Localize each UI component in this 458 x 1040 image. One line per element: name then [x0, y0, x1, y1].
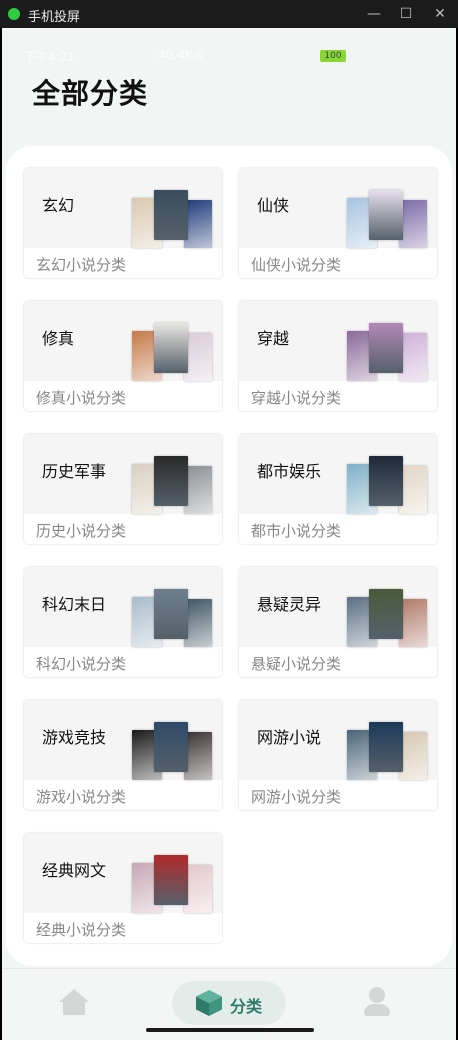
app-icon: [8, 8, 20, 20]
card-header: 都市娱乐: [239, 434, 437, 514]
card-header: 悬疑灵异: [239, 567, 437, 647]
book-covers: [347, 589, 429, 647]
category-card[interactable]: 玄幻玄幻小说分类: [24, 168, 222, 278]
category-subtitle: 仙侠小说分类: [251, 256, 342, 274]
category-card[interactable]: 历史军事历史小说分类: [24, 434, 222, 544]
book-covers: [132, 855, 214, 913]
status-time: 下午4:21: [24, 50, 75, 64]
book-cover-image: [154, 456, 188, 506]
book-cover-image: [154, 323, 188, 373]
book-cover-image: [399, 599, 427, 647]
book-covers: [132, 456, 214, 514]
category-subtitle: 历史小说分类: [36, 522, 127, 540]
book-cover-image: [154, 589, 188, 639]
category-subtitle: 玄幻小说分类: [36, 256, 127, 274]
category-name: 穿越: [257, 329, 290, 348]
book-cover-image: [399, 732, 427, 780]
card-header: 穿越: [239, 301, 437, 381]
window-titlebar: 手机投屏 — ☐ ✕: [0, 0, 458, 28]
category-name: 网游小说: [257, 728, 322, 747]
book-cover-image: [184, 599, 212, 647]
category-name: 修真: [42, 329, 75, 348]
gesture-bar: [146, 1028, 314, 1032]
cube-icon: [196, 990, 222, 1016]
book-cover-image: [369, 456, 403, 506]
maximize-button[interactable]: ☐: [396, 4, 416, 24]
card-header: 游戏竞技: [24, 700, 222, 780]
category-name: 仙侠: [257, 196, 290, 215]
card-header: 仙侠: [239, 168, 437, 248]
category-card[interactable]: 科幻末日科幻小说分类: [24, 567, 222, 677]
nav-category-tab[interactable]: 分类: [172, 981, 286, 1025]
book-cover-image: [369, 190, 403, 240]
category-panel: 玄幻 玄幻小说分类 仙侠 仙侠小说分类 修真 修真小说分类 穿越 穿越小说分类 历史军事 历史小说…: [6, 146, 452, 966]
category-name: 游戏竞技: [42, 728, 107, 747]
book-cover-image: [184, 333, 212, 381]
book-covers: [347, 323, 429, 381]
category-card[interactable]: 穿越穿越小说分类: [239, 301, 437, 411]
book-cover-image: [369, 589, 403, 639]
close-button[interactable]: ✕: [430, 4, 450, 24]
page-title: 全部分类: [32, 77, 149, 110]
category-name: 经典网文: [42, 861, 107, 880]
category-card[interactable]: 经典网文经典小说分类: [24, 833, 222, 943]
book-cover-image: [399, 466, 427, 514]
book-cover-image: [154, 190, 188, 240]
category-subtitle: 穿越小说分类: [251, 389, 342, 407]
minimize-button[interactable]: —: [364, 4, 384, 24]
category-card[interactable]: 修真修真小说分类: [24, 301, 222, 411]
nav-category-label: 分类: [230, 997, 263, 1016]
card-header: 历史军事: [24, 434, 222, 514]
category-subtitle: 都市小说分类: [251, 522, 342, 540]
category-name: 都市娱乐: [257, 462, 322, 481]
category-subtitle: 修真小说分类: [36, 389, 127, 407]
book-covers: [347, 190, 429, 248]
category-name: 玄幻: [42, 196, 75, 215]
category-name: 科幻末日: [42, 595, 107, 614]
book-cover-image: [184, 865, 212, 913]
book-covers: [132, 323, 214, 381]
book-cover-image: [184, 466, 212, 514]
book-cover-image: [184, 200, 212, 248]
category-card[interactable]: 仙侠仙侠小说分类: [239, 168, 437, 278]
book-cover-image: [369, 722, 403, 772]
card-header: 玄幻: [24, 168, 222, 248]
card-header: 经典网文: [24, 833, 222, 913]
card-header: 修真: [24, 301, 222, 381]
window-title: 手机投屏: [28, 10, 81, 25]
phone-screen: 下午4:21 40.4K/s 100 全部分类 玄幻 玄幻小说分类 仙侠 仙侠小说分类…: [2, 28, 456, 1040]
person-icon[interactable]: [364, 987, 390, 1019]
home-icon[interactable]: [58, 989, 90, 1017]
status-bar: 下午4:21 40.4K/s 100: [2, 46, 456, 66]
book-cover-image: [154, 855, 188, 905]
card-header: 网游小说: [239, 700, 437, 780]
book-covers: [132, 190, 214, 248]
book-covers: [132, 722, 214, 780]
category-subtitle: 游戏小说分类: [36, 788, 127, 806]
category-subtitle: 经典小说分类: [36, 921, 127, 939]
card-header: 科幻末日: [24, 567, 222, 647]
book-covers: [347, 722, 429, 780]
category-subtitle: 网游小说分类: [251, 788, 342, 806]
book-cover-image: [184, 732, 212, 780]
category-name: 悬疑灵异: [257, 595, 322, 614]
book-cover-image: [399, 333, 427, 381]
category-card[interactable]: 游戏竞技游戏小说分类: [24, 700, 222, 810]
book-covers: [347, 456, 429, 514]
network-speed: 40.4K/s: [158, 48, 203, 62]
category-card[interactable]: 悬疑灵异悬疑小说分类: [239, 567, 437, 677]
book-cover-image: [154, 722, 188, 772]
category-subtitle: 悬疑小说分类: [251, 655, 342, 673]
battery-icon: 100: [320, 50, 346, 62]
category-subtitle: 科幻小说分类: [36, 655, 127, 673]
book-cover-image: [399, 200, 427, 248]
category-name: 历史军事: [42, 462, 107, 481]
category-card[interactable]: 网游小说网游小说分类: [239, 700, 437, 810]
book-cover-image: [369, 323, 403, 373]
book-covers: [132, 589, 214, 647]
category-card[interactable]: 都市娱乐都市小说分类: [239, 434, 437, 544]
